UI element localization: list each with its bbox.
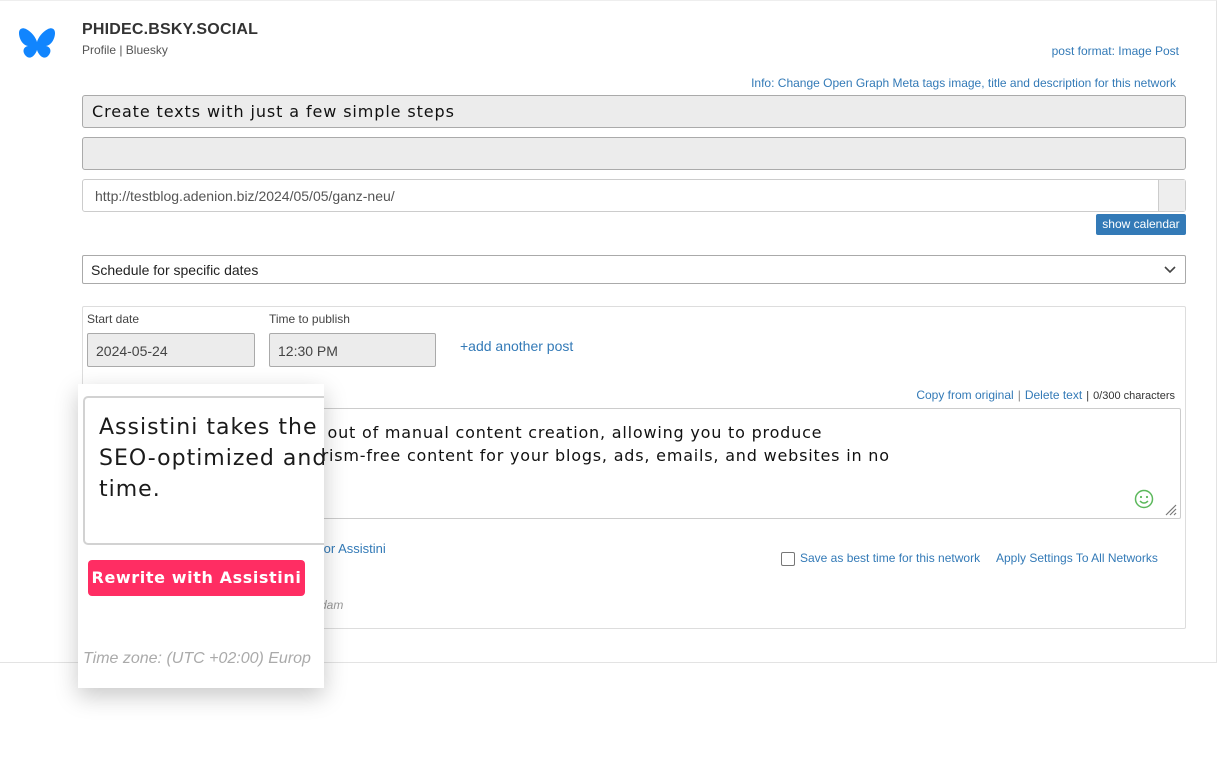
copy-from-original-link[interactable]: Copy from original (916, 388, 1013, 402)
network-subtitle: Profile | Bluesky (82, 43, 168, 57)
url-addon[interactable] (1158, 180, 1185, 211)
for-assistini-link[interactable]: for Assistini (320, 541, 386, 556)
description-field[interactable] (82, 137, 1186, 170)
assistini-popup: Assistini takes the SEO-optimized and ti… (78, 384, 324, 688)
emoji-icon[interactable] (1134, 489, 1154, 509)
time-input[interactable]: 12:30 PM (269, 333, 436, 367)
text-actions: Copy from original | Delete text | 0/300 cha… (916, 388, 1175, 402)
post-text-line: arism-free content for your blogs, ads, … (311, 446, 890, 465)
resize-handle-icon[interactable] (1163, 502, 1177, 516)
post-textarea[interactable]: e out of manual content creation, allowi… (300, 408, 1181, 519)
assistini-text-line: time. (99, 477, 161, 502)
url-value: http://testblog.adenion.biz/2024/05/05/g… (95, 188, 395, 204)
butterfly-icon (19, 28, 55, 58)
schedule-select[interactable]: Schedule for specific dates (82, 255, 1186, 284)
rewrite-with-assistini-button[interactable]: Rewrite with Assistini (88, 560, 305, 596)
title-field[interactable]: Create texts with just a few simple step… (82, 95, 1186, 128)
start-date-label: Start date (87, 312, 140, 326)
character-count: 0/300 characters (1093, 390, 1175, 402)
time-label: Time to publish (269, 312, 350, 326)
best-time-label[interactable]: Save as best time for this network (800, 551, 980, 565)
show-calendar-button[interactable]: show calendar (1096, 214, 1186, 235)
network-title: PHIDEC.BSKY.SOCIAL (82, 21, 259, 38)
start-date-input[interactable]: 2024-05-24 (87, 333, 255, 367)
post-format-link[interactable]: post format: Image Post (1052, 44, 1179, 58)
schedule-select-value: Schedule for specific dates (91, 262, 259, 278)
add-another-post-link[interactable]: +add another post (460, 338, 573, 354)
apply-all-networks-link[interactable]: Apply Settings To All Networks (996, 551, 1158, 565)
chevron-down-icon (1164, 266, 1176, 274)
popup-timezone-text: Time zone: (UTC +02:00) Europ (83, 650, 311, 667)
assistini-text-box[interactable]: Assistini takes the SEO-optimized and ti… (83, 396, 324, 545)
delete-text-link[interactable]: Delete text (1025, 388, 1082, 402)
assistini-text-line: SEO-optimized and (99, 446, 324, 471)
best-time-checkbox[interactable] (781, 552, 795, 566)
post-text-line: e out of manual content creation, allowi… (311, 423, 823, 442)
url-field[interactable]: http://testblog.adenion.biz/2024/05/05/g… (82, 179, 1186, 212)
assistini-text-line: Assistini takes the (99, 415, 318, 440)
og-info-link[interactable]: Info: Change Open Graph Meta tags image,… (751, 76, 1176, 90)
